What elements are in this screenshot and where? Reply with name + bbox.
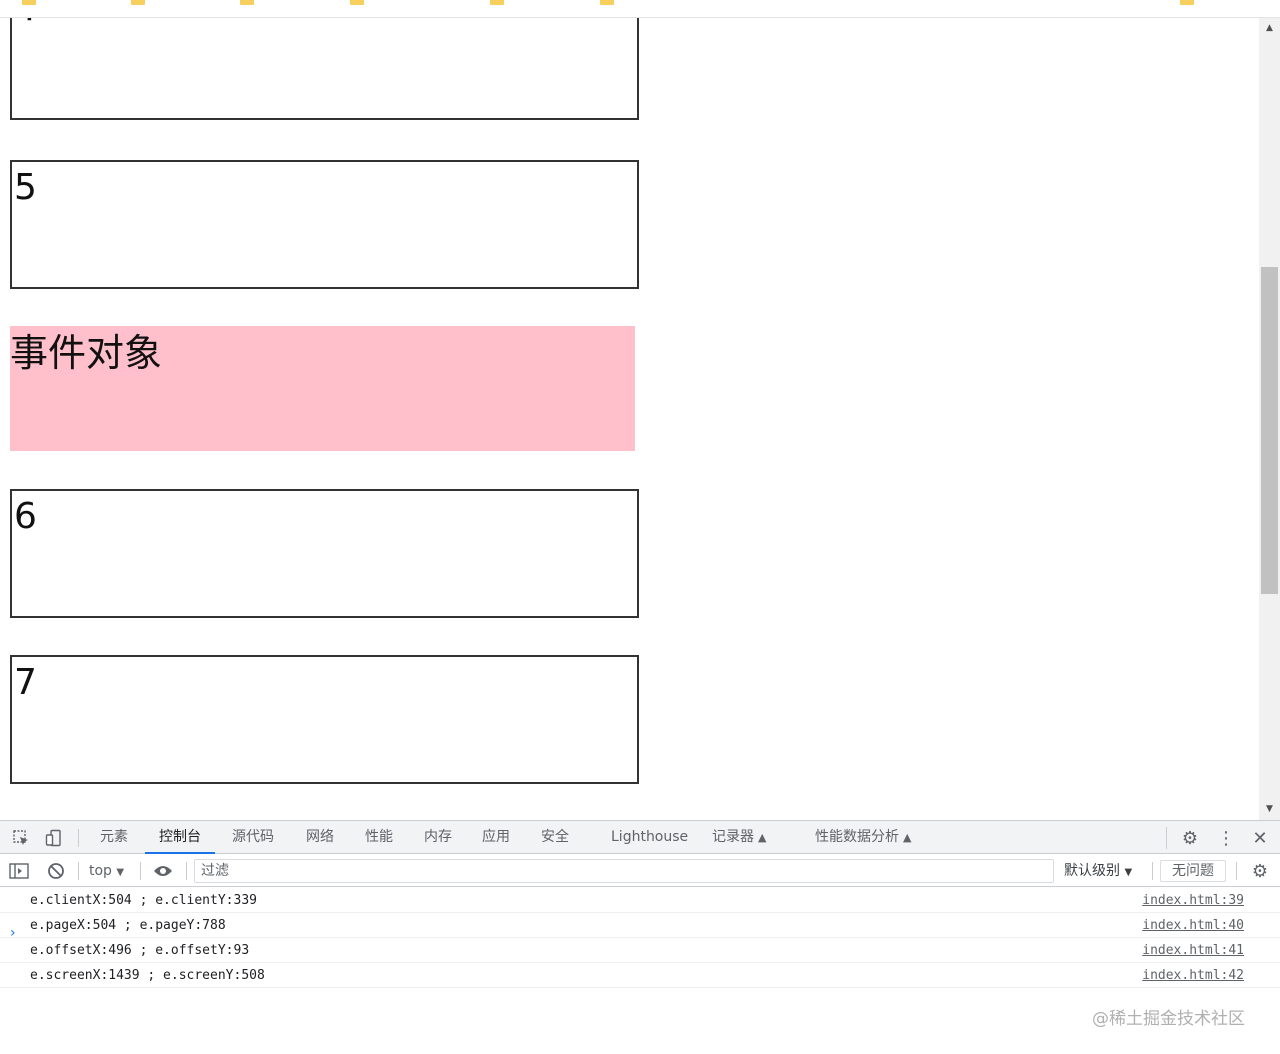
console-messages: e.clientX:504 ; e.clientY:339 index.html…: [0, 888, 1280, 988]
divider: [186, 862, 187, 880]
source-link[interactable]: index.html:39: [1142, 893, 1244, 908]
console-row: e.pageX:504 ; e.pageY:788 index.html:40: [0, 913, 1280, 938]
box-label: 6: [14, 496, 37, 537]
console-settings-gear-icon[interactable]: ⚙: [1249, 860, 1271, 882]
bookmark-folder[interactable]: [600, 0, 614, 9]
scroll-up-arrow-icon[interactable]: ▲: [1259, 20, 1280, 37]
flask-icon: ▲: [903, 831, 912, 844]
close-icon[interactable]: ✕: [1249, 827, 1271, 849]
console-row: e.clientX:504 ; e.clientY:339 index.html…: [0, 888, 1280, 913]
live-expression-eye-icon[interactable]: [152, 860, 174, 882]
tab-performance-insights-label: 性能数据分析: [815, 829, 899, 845]
divider: [1236, 862, 1237, 880]
bookmark-folder[interactable]: [350, 0, 364, 9]
console-message: e.offsetX:496 ; e.offsetY:93: [30, 943, 250, 958]
filter-input[interactable]: 过滤: [194, 859, 1054, 883]
scrollbar-thumb[interactable]: [1261, 267, 1278, 594]
tab-recorder-label: 记录器: [712, 829, 754, 845]
bookmark-folder[interactable]: [131, 0, 145, 9]
tab-lighthouse[interactable]: Lighthouse: [611, 821, 688, 854]
bookmarks-bar: [0, 0, 1280, 18]
bookmark-folder[interactable]: [240, 0, 254, 9]
console-message: e.pageX:504 ; e.pageY:788: [30, 918, 226, 933]
divider: [78, 862, 79, 880]
dropdown-arrow-icon: ▼: [116, 867, 125, 878]
watermark: @稀土掘金技术社区: [1092, 1009, 1245, 1029]
source-link[interactable]: index.html:42: [1142, 968, 1244, 983]
folder-icon: [1180, 0, 1194, 5]
folder-icon: [350, 0, 364, 5]
content-box[interactable]: 5: [10, 160, 639, 289]
content-box[interactable]: 7: [10, 655, 639, 784]
page-viewport: 4 5 事件对象 6 7: [0, 18, 1259, 820]
tab-security[interactable]: 安全: [541, 821, 569, 854]
console-toolbar: top ▼ 过滤 默认级别 ▼ 无问题 ⚙: [0, 855, 1280, 887]
tab-recorder[interactable]: 记录器 ▲: [712, 821, 766, 854]
folder-icon: [131, 0, 145, 5]
settings-gear-icon[interactable]: ⚙: [1179, 827, 1201, 849]
inspect-element-icon[interactable]: [10, 827, 32, 849]
folder-icon: [490, 0, 504, 5]
device-toolbar-icon[interactable]: [43, 827, 65, 849]
divider: [140, 862, 141, 880]
more-options-icon[interactable]: ⋮: [1215, 827, 1237, 849]
dropdown-arrow-icon: ▼: [1124, 867, 1133, 878]
source-link[interactable]: index.html:41: [1142, 943, 1244, 958]
console-message: e.screenX:1439 ; e.screenY:508: [30, 968, 265, 983]
source-link[interactable]: index.html:40: [1142, 918, 1244, 933]
log-levels-label: 默认级别: [1064, 863, 1120, 879]
issues-button[interactable]: 无问题: [1160, 860, 1226, 882]
bookmark-folder[interactable]: [1180, 0, 1194, 9]
page-scrollbar[interactable]: ▲ ▼: [1259, 18, 1280, 820]
tab-performance[interactable]: 性能: [365, 821, 393, 854]
content-box[interactable]: 6: [10, 489, 639, 618]
box-label: 事件对象: [10, 331, 163, 375]
devtools-panel: 元素 控制台 源代码 网络 性能 内存 应用 安全 Lighthouse 记录器…: [0, 820, 1280, 1054]
scroll-down-arrow-icon[interactable]: ▼: [1259, 801, 1280, 818]
flask-icon: ▲: [758, 831, 767, 844]
tab-network[interactable]: 网络: [306, 821, 334, 854]
folder-icon: [240, 0, 254, 5]
console-row: e.offsetX:496 ; e.offsetY:93 index.html:…: [0, 938, 1280, 963]
folder-icon: [600, 0, 614, 5]
console-row: e.screenX:1439 ; e.screenY:508 index.htm…: [0, 963, 1280, 988]
bookmark-folder[interactable]: [490, 0, 504, 9]
log-levels-dropdown[interactable]: 默认级别 ▼: [1064, 855, 1132, 887]
divider: [78, 829, 79, 847]
context-value: top: [89, 863, 112, 879]
clear-console-icon[interactable]: [45, 860, 67, 882]
console-message: e.clientX:504 ; e.clientY:339: [30, 893, 257, 908]
event-object-box[interactable]: 事件对象: [10, 326, 635, 451]
sidebar-toggle-icon[interactable]: [8, 860, 30, 882]
box-label: 4: [14, 18, 37, 31]
tab-performance-insights[interactable]: 性能数据分析 ▲: [815, 821, 911, 854]
content-box[interactable]: 4: [10, 18, 639, 120]
tab-elements[interactable]: 元素: [100, 821, 128, 854]
box-label: 5: [14, 167, 37, 208]
box-label: 7: [14, 662, 37, 703]
folder-icon: [22, 0, 36, 5]
tab-application[interactable]: 应用: [482, 821, 510, 854]
context-selector[interactable]: top ▼: [89, 855, 124, 887]
tab-console[interactable]: 控制台: [145, 821, 215, 854]
divider: [1152, 862, 1153, 880]
bookmark-folder[interactable]: [22, 0, 36, 9]
devtools-tab-bar: 元素 控制台 源代码 网络 性能 内存 应用 安全 Lighthouse 记录器…: [0, 821, 1280, 854]
divider: [1166, 827, 1167, 849]
tab-memory[interactable]: 内存: [424, 821, 452, 854]
console-prompt-chevron-icon[interactable]: ›: [10, 925, 16, 941]
tab-sources[interactable]: 源代码: [232, 821, 274, 854]
